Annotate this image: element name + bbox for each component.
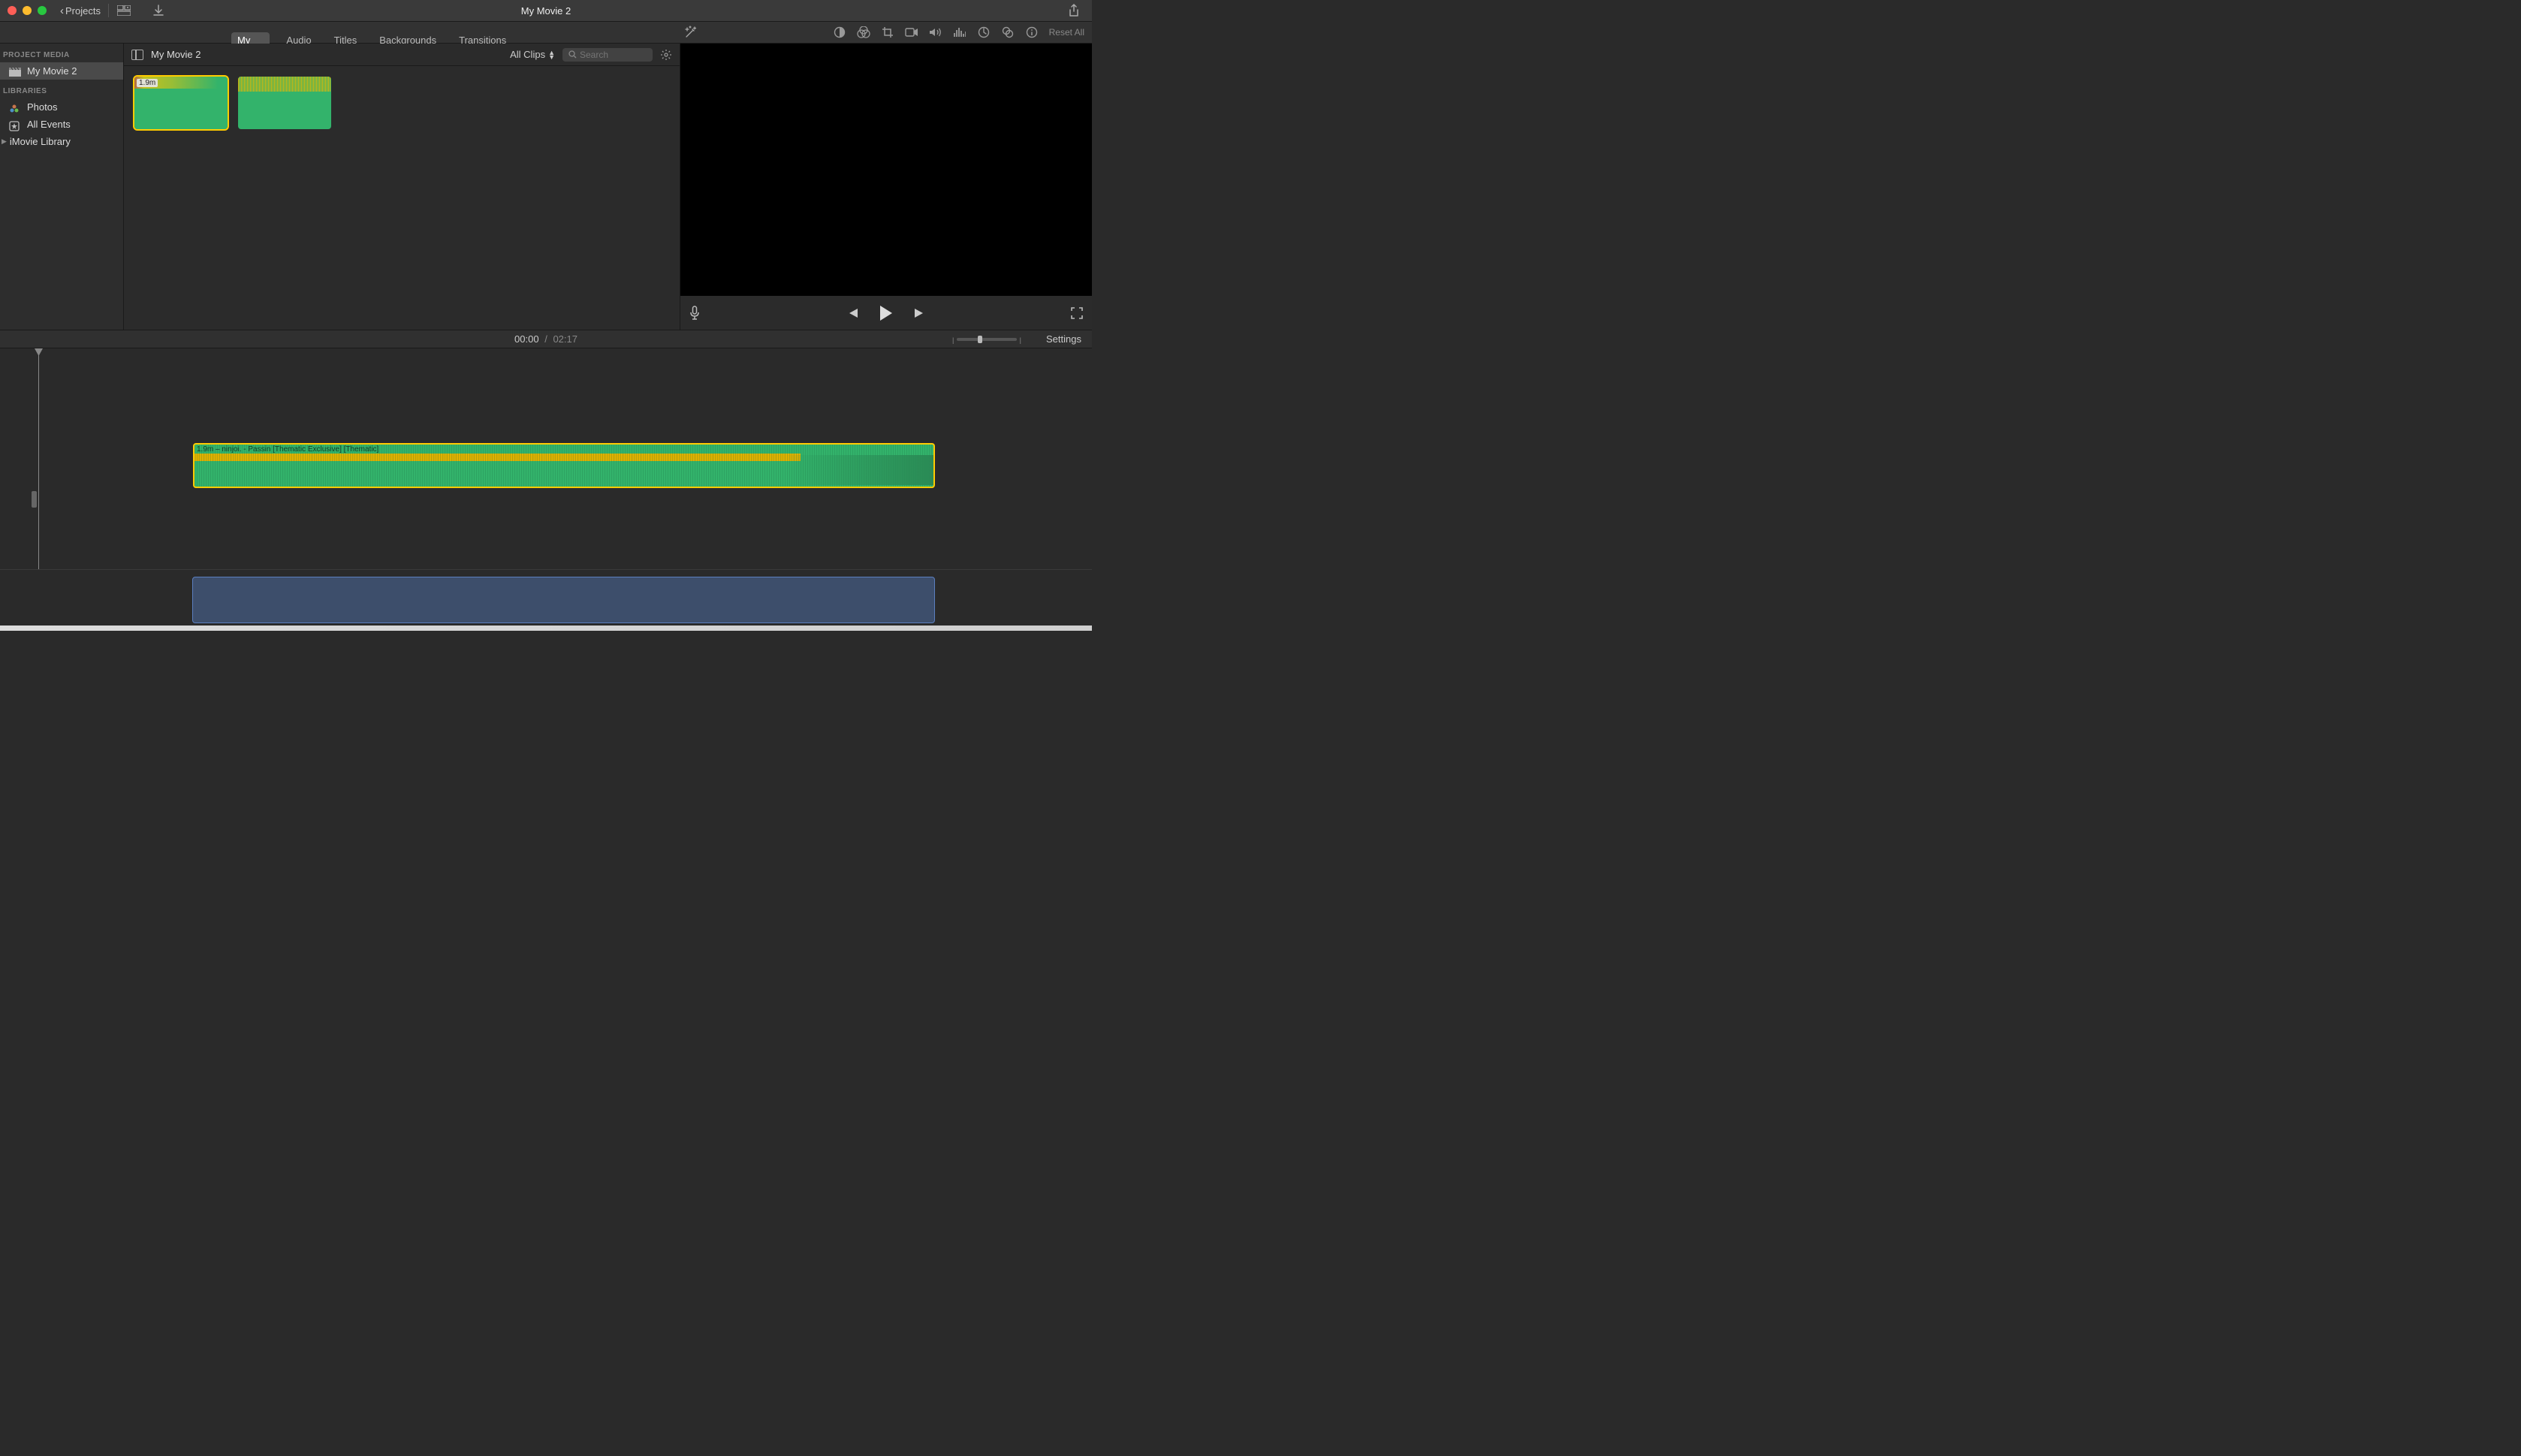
total-duration: 02:17 bbox=[553, 333, 577, 345]
layout-icon[interactable] bbox=[116, 3, 131, 18]
stabilization-icon[interactable] bbox=[905, 26, 918, 39]
crop-icon[interactable] bbox=[881, 26, 894, 39]
noise-reduction-icon[interactable] bbox=[953, 26, 966, 39]
sidebar-item-project[interactable]: My Movie 2 bbox=[0, 62, 123, 80]
clip-filter-icon[interactable] bbox=[1001, 26, 1015, 39]
browser-header: My Movie 2 All Clips ▲▼ bbox=[124, 44, 680, 66]
back-to-projects-button[interactable]: ‹ Projects bbox=[60, 5, 101, 17]
timeline-timecode: 00:00 / 02:17 bbox=[514, 333, 577, 345]
media-clip-1[interactable]: 1.9m bbox=[134, 77, 228, 129]
speed-icon[interactable] bbox=[977, 26, 991, 39]
disclosure-triangle-icon[interactable]: ▶ bbox=[2, 137, 7, 146]
voiceover-mic-icon[interactable] bbox=[689, 306, 700, 321]
sidebar: PROJECT MEDIA My Movie 2 LIBRARIES Photo… bbox=[0, 44, 124, 330]
timeline-divider bbox=[0, 569, 1092, 570]
clapperboard-icon bbox=[9, 68, 21, 75]
media-clip-2[interactable] bbox=[238, 77, 331, 129]
search-icon bbox=[568, 50, 577, 59]
sidebar-project-label: My Movie 2 bbox=[27, 65, 77, 77]
fullscreen-icon[interactable] bbox=[1071, 307, 1083, 319]
separator bbox=[108, 4, 109, 17]
close-window-button[interactable] bbox=[8, 6, 17, 15]
import-icon[interactable] bbox=[151, 3, 166, 18]
browser-title: My Movie 2 bbox=[151, 49, 201, 60]
sidebar-item-imovie-library[interactable]: ▶ iMovie Library bbox=[0, 133, 123, 150]
search-field[interactable] bbox=[562, 48, 653, 62]
next-clip-button[interactable] bbox=[913, 308, 925, 318]
prev-clip-button[interactable] bbox=[847, 308, 859, 318]
back-label: Projects bbox=[65, 5, 101, 17]
window-title: My Movie 2 bbox=[521, 5, 571, 17]
timeline[interactable]: 1.9m – ninjoi. - Passin [Thematic Exclus… bbox=[0, 348, 1092, 625]
timeline-header: 00:00 / 02:17 | | Settings bbox=[0, 330, 1092, 348]
video-preview[interactable] bbox=[680, 44, 1092, 296]
volume-icon[interactable] bbox=[929, 26, 942, 39]
track-volume-handle[interactable] bbox=[32, 491, 37, 508]
updown-icon: ▲▼ bbox=[548, 50, 555, 59]
share-icon[interactable] bbox=[1066, 3, 1081, 18]
fullscreen-window-button[interactable] bbox=[38, 6, 47, 15]
filter-label: All Clips bbox=[510, 49, 545, 60]
main-area: PROJECT MEDIA My Movie 2 LIBRARIES Photo… bbox=[0, 44, 1092, 330]
chevron-left-icon: ‹ bbox=[60, 5, 64, 17]
sidebar-library-label: iMovie Library bbox=[10, 136, 71, 147]
current-time: 00:00 bbox=[514, 333, 539, 345]
clip-grid: 1.9m bbox=[124, 66, 680, 140]
enhance-wand-icon[interactable] bbox=[683, 25, 698, 40]
zoom-slider[interactable]: | | bbox=[957, 338, 1017, 341]
sidebar-photos-label: Photos bbox=[27, 101, 57, 113]
libraries-header: LIBRARIES bbox=[0, 84, 123, 98]
sidebar-all-events-label: All Events bbox=[27, 119, 71, 130]
sidebar-item-photos[interactable]: Photos bbox=[0, 98, 123, 116]
star-icon bbox=[9, 121, 21, 128]
clip-duration-badge: 1.9m bbox=[137, 79, 158, 87]
clip-filter-dropdown[interactable]: All Clips ▲▼ bbox=[510, 49, 555, 60]
waveform-peaks bbox=[238, 77, 331, 92]
bottom-resize-strip bbox=[0, 626, 1092, 631]
clip-label: 1.9m – ninjoi. - Passin [Thematic Exclus… bbox=[197, 445, 378, 454]
playhead[interactable] bbox=[38, 348, 39, 569]
timeline-audio-clip[interactable]: 1.9m – ninjoi. - Passin [Thematic Exclus… bbox=[193, 443, 935, 488]
viewer-panel bbox=[680, 44, 1092, 330]
project-media-header: PROJECT MEDIA bbox=[0, 48, 123, 62]
color-correction-icon[interactable] bbox=[857, 26, 870, 39]
color-balance-icon[interactable] bbox=[833, 26, 846, 39]
time-separator: / bbox=[544, 333, 547, 345]
timeline-detached-audio-clip[interactable] bbox=[192, 577, 935, 623]
playback-controls bbox=[680, 296, 1092, 330]
zoom-slider-knob[interactable] bbox=[978, 336, 982, 343]
search-input[interactable] bbox=[580, 50, 647, 60]
sidebar-toggle-icon[interactable] bbox=[131, 50, 143, 60]
traffic-lights bbox=[8, 6, 47, 15]
photos-icon bbox=[9, 104, 21, 111]
media-browser: My Movie 2 All Clips ▲▼ 1.9m bbox=[124, 44, 680, 330]
play-button[interactable] bbox=[879, 305, 894, 321]
timeline-settings-button[interactable]: Settings bbox=[1046, 333, 1081, 345]
info-icon[interactable] bbox=[1025, 26, 1039, 39]
browser-settings-icon[interactable] bbox=[660, 49, 672, 61]
window-titlebar: ‹ Projects My Movie 2 bbox=[0, 0, 1092, 22]
reset-all-button[interactable]: Reset All bbox=[1049, 27, 1084, 38]
minimize-window-button[interactable] bbox=[23, 6, 32, 15]
sidebar-item-all-events[interactable]: All Events bbox=[0, 116, 123, 133]
inspector-tools: Reset All bbox=[833, 26, 1084, 39]
media-tab-row: My Media Audio Titles Backgrounds Transi… bbox=[0, 22, 1092, 44]
